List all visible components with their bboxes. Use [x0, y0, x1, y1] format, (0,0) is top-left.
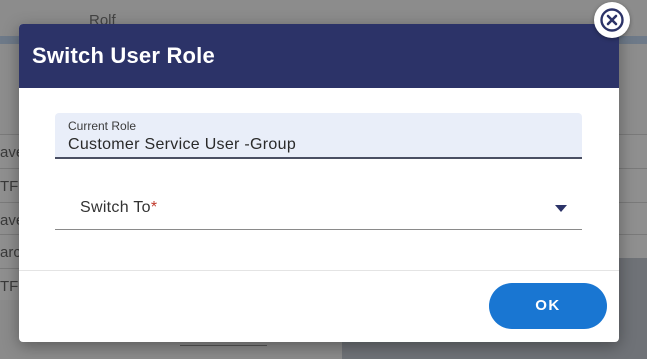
dialog-title: Switch User Role [32, 43, 215, 68]
switch-to-label: Switch To* [80, 199, 157, 217]
backdrop-row-text: TF [0, 278, 19, 295]
ok-button[interactable]: OK [489, 283, 607, 329]
dialog-header: Switch User Role [19, 24, 619, 88]
close-circle-icon [600, 8, 624, 32]
required-marker: * [150, 199, 158, 216]
caret-down-icon[interactable] [555, 205, 567, 212]
backdrop-row-text: TF [0, 178, 19, 195]
current-role-field: Current Role Customer Service User -Grou… [55, 113, 582, 159]
switch-user-role-dialog: Switch User Role Current Role Customer S… [19, 24, 619, 342]
switch-to-select[interactable]: Switch To* [55, 187, 582, 230]
current-role-label: Current Role [68, 119, 137, 133]
switch-to-label-text: Switch To [80, 199, 151, 216]
close-button[interactable] [594, 2, 630, 38]
backdrop-underline [180, 345, 267, 346]
dialog-footer-divider [19, 270, 619, 271]
backdrop-row-text: arc [0, 244, 21, 261]
current-role-value: Customer Service User -Group [68, 136, 297, 153]
